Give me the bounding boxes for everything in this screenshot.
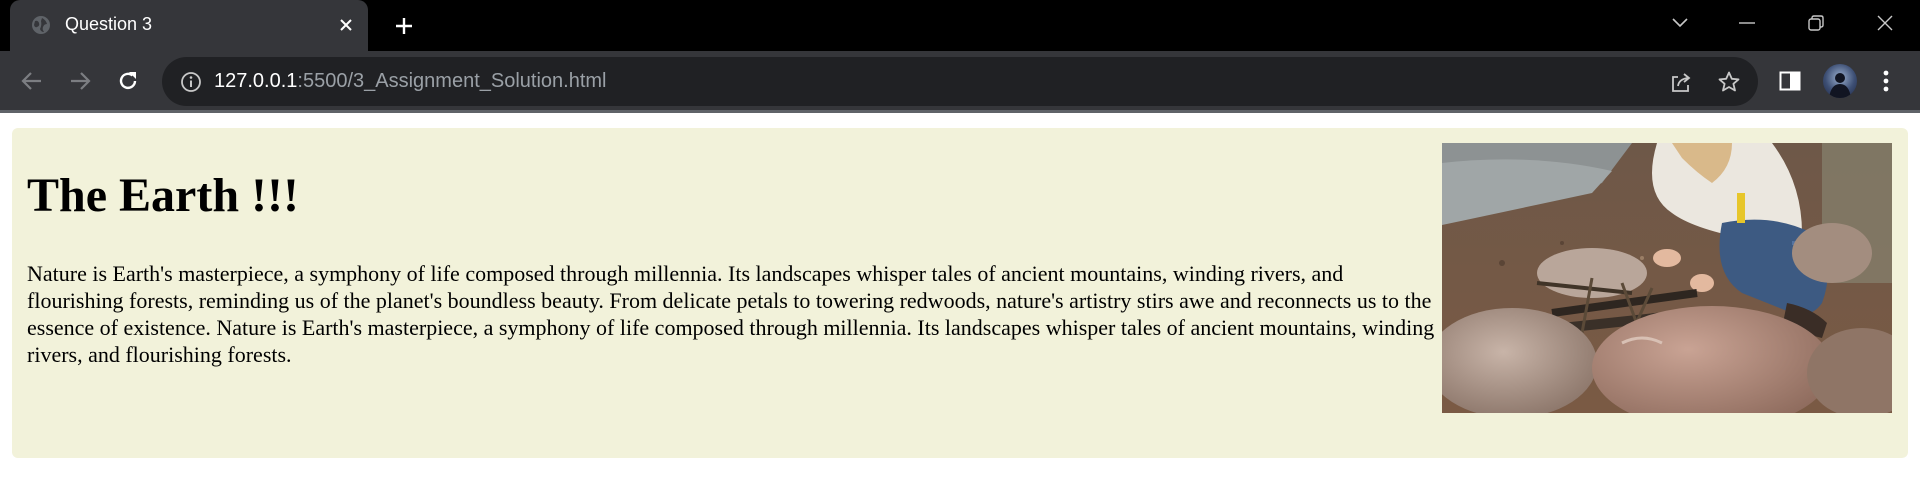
arrow-left-icon[interactable] bbox=[16, 65, 48, 97]
new-tab-icon[interactable] bbox=[390, 12, 418, 40]
globe-icon bbox=[31, 15, 51, 35]
tab-search-chevron-icon[interactable] bbox=[1663, 8, 1697, 38]
tab-strip: Question 3 bbox=[0, 0, 1920, 51]
url-host: 127.0.0.1 bbox=[214, 70, 298, 92]
arrow-right-icon[interactable] bbox=[64, 65, 96, 97]
info-icon[interactable] bbox=[180, 71, 202, 93]
close-tab-icon[interactable] bbox=[335, 14, 357, 36]
content-card: The Earth !!! Nature is Earth's masterpi… bbox=[12, 128, 1908, 458]
page-paragraph: Nature is Earth's masterpiece, a symphon… bbox=[27, 261, 1435, 367]
kebab-menu-icon[interactable] bbox=[1870, 65, 1902, 97]
avatar[interactable] bbox=[1823, 64, 1857, 98]
browser-toolbar: 127.0.0.1:5500/3_Assignment_Solution.htm… bbox=[0, 51, 1920, 113]
url-text[interactable]: 127.0.0.1:5500/3_Assignment_Solution.htm… bbox=[214, 70, 607, 93]
url-path: :5500/3_Assignment_Solution.html bbox=[297, 70, 607, 92]
minimize-icon[interactable] bbox=[1730, 8, 1764, 38]
star-icon[interactable] bbox=[1715, 68, 1743, 96]
close-window-icon[interactable] bbox=[1868, 8, 1902, 38]
browser-tab[interactable]: Question 3 bbox=[10, 0, 368, 51]
share-icon[interactable] bbox=[1667, 68, 1695, 96]
restore-icon[interactable] bbox=[1799, 8, 1833, 38]
reload-icon[interactable] bbox=[112, 65, 144, 97]
campfire-photo bbox=[1442, 143, 1892, 413]
address-bar[interactable]: 127.0.0.1:5500/3_Assignment_Solution.htm… bbox=[162, 57, 1758, 106]
page-heading: The Earth !!! bbox=[27, 169, 299, 222]
side-panel-icon[interactable] bbox=[1774, 65, 1806, 97]
page-viewport: The Earth !!! Nature is Earth's masterpi… bbox=[0, 116, 1920, 481]
tab-title: Question 3 bbox=[65, 14, 153, 34]
